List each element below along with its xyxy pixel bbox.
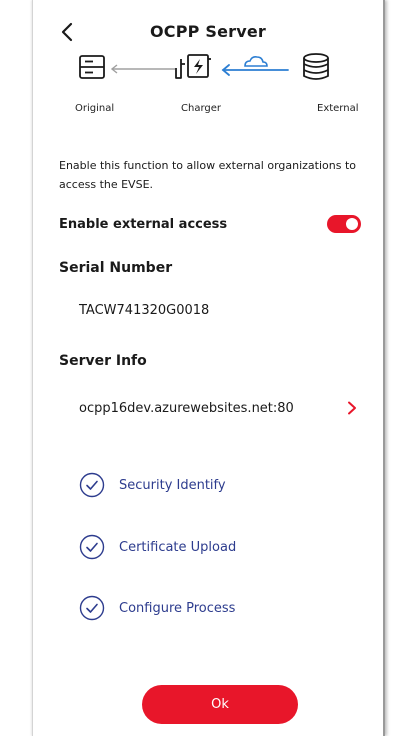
server-info-row[interactable]: ocpp16dev.azurewebsites.net:80: [79, 396, 359, 420]
step-label: Security Identify: [119, 477, 226, 493]
ok-button[interactable]: Ok: [142, 685, 298, 724]
server-icon: [79, 55, 105, 79]
charger-icon: [175, 54, 211, 79]
label-external: External: [317, 103, 359, 114]
label-charger: Charger: [181, 103, 221, 114]
step-label: Configure Process: [119, 600, 236, 616]
cloud-icon: [244, 56, 268, 67]
step-certificate-upload[interactable]: Certificate Upload: [79, 532, 236, 562]
chevron-right-icon: [348, 401, 356, 415]
server-info-title: Server Info: [59, 353, 147, 369]
external-access-label: Enable external access: [59, 216, 228, 232]
serial-number-value: TACW741320G0018: [79, 303, 210, 318]
toggle-knob: [346, 218, 358, 230]
check-circle-icon: [79, 472, 105, 498]
external-access-toggle[interactable]: [327, 215, 361, 233]
label-original: Original: [75, 103, 115, 114]
external-access-row: Enable external access: [59, 212, 361, 236]
database-icon: [303, 53, 329, 80]
check-circle-icon: [79, 534, 105, 560]
page-title: OCPP Server: [149, 22, 266, 41]
step-security-identify[interactable]: Security Identify: [79, 470, 226, 500]
grey-connector-arrow: [110, 64, 175, 74]
serial-number-title: Serial Number: [59, 260, 173, 276]
check-circle-icon: [79, 595, 105, 621]
step-label: Certificate Upload: [119, 539, 237, 555]
phone-screen: OCPP Server Original Charger External En…: [32, 0, 385, 736]
server-info-value: ocpp16dev.azurewebsites.net:80: [79, 400, 294, 416]
step-configure-process[interactable]: Configure Process: [79, 593, 235, 623]
description-text: Enable this function to allow external o…: [59, 159, 357, 191]
